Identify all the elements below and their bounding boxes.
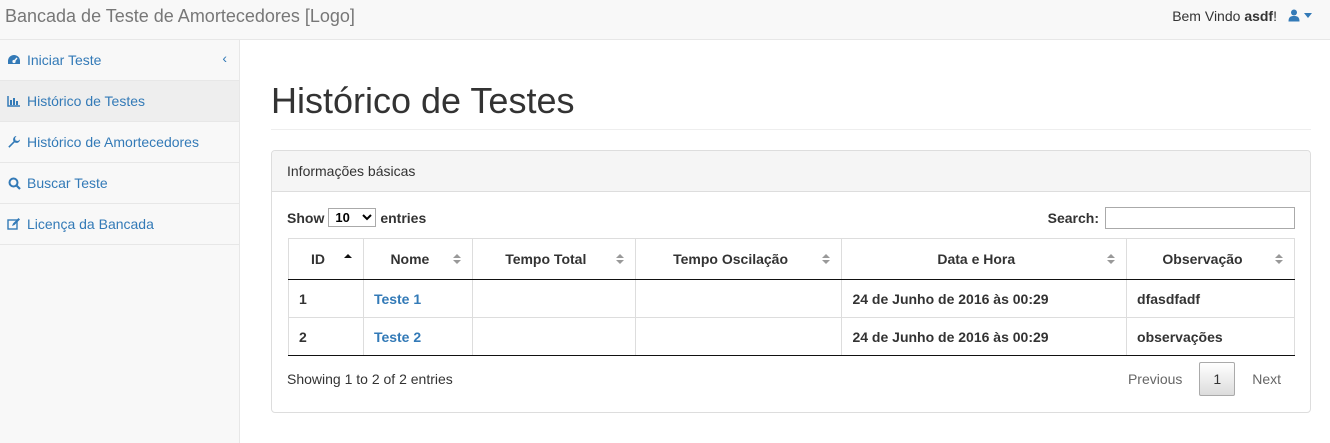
column-header-label: Data e Hora [937,251,1016,267]
sidebar: Iniciar Teste ‹ Histórico de Testes Hist… [0,40,240,443]
pagination: Previous 1 Next [1114,362,1295,396]
test-link[interactable]: Teste 2 [374,329,421,345]
top-navbar: Bancada de Teste de Amortecedores [Logo]… [0,0,1330,40]
search-label: Search: [1047,210,1099,226]
entries-label: entries [380,209,427,226]
sort-both-icon [822,254,831,264]
welcome-message: Bem Vindo asdf! [1172,8,1277,24]
cell-tempo-total [471,279,636,318]
cell-nome: Teste 1 [362,279,473,318]
column-header-label: Nome [390,251,430,267]
column-header-tempo-oscilacao[interactable]: Tempo Oscilação [634,238,843,280]
sidebar-item-label: Buscar Teste [27,175,108,191]
cell-id: 1 [288,279,364,318]
tests-table: ID Nome Tempo Total Tempo Oscilação Data… [288,238,1295,356]
page-title: Histórico de Testes [271,80,575,121]
cell-data-hora: 24 de Junho de 2016 às 00:29 [841,317,1128,356]
table-info: Showing 1 to 2 of 2 entries [287,371,453,387]
sidebar-item-label: Histórico de Testes [27,93,146,109]
sort-asc-icon [343,254,352,258]
bar-chart-icon [7,94,21,108]
previous-page-button[interactable]: Previous [1114,363,1196,395]
sort-both-icon [615,254,624,264]
page-length-control: Show 10 entries [287,208,426,227]
test-link[interactable]: Teste 1 [374,291,421,307]
cell-data-hora: 24 de Junho de 2016 às 00:29 [841,279,1128,318]
sort-both-icon [1107,254,1116,264]
username: asdf [1244,8,1274,24]
column-header-tempo-total[interactable]: Tempo Total [471,238,636,280]
sidebar-item-label: Iniciar Teste [27,52,102,68]
entries-per-page-select[interactable]: 10 [328,208,377,227]
sidebar-item-label: Histórico de Amortecedores [27,134,199,150]
column-header-id[interactable]: ID [288,238,364,280]
column-header-observacao[interactable]: Observação [1126,238,1295,280]
sidebar-item-label: Licença da Bancada [27,216,154,232]
dashboard-icon [7,53,21,67]
page-1-button[interactable]: 1 [1199,362,1236,396]
sidebar-item-historico-testes[interactable]: Histórico de Testes [0,81,239,122]
cell-tempo-oscilacao [634,317,843,356]
edit-icon [7,217,21,231]
cell-observacao: dfasdfadf [1126,279,1295,318]
column-header-label: Tempo Oscilação [673,251,789,267]
column-header-nome[interactable]: Nome [362,238,473,280]
panel-heading: Informações básicas [272,151,1310,192]
table-header-row: ID Nome Tempo Total Tempo Oscilação Data… [288,238,1295,280]
sort-both-icon [1275,254,1283,264]
sort-both-icon [452,254,461,264]
table-search: Search: [1048,207,1295,229]
wrench-icon [7,135,21,149]
user-menu-toggle[interactable] [1288,9,1312,22]
cell-tempo-total [471,317,636,356]
title-divider [271,129,1311,130]
collapse-chevron-icon[interactable]: ‹ [222,50,227,66]
welcome-prefix: Bem Vindo [1172,8,1245,24]
user-icon [1288,9,1300,22]
column-header-label: ID [310,251,325,267]
cell-tempo-oscilacao [634,279,843,318]
chevron-down-icon [1304,13,1312,18]
search-icon [7,176,21,190]
table-row: 1 Teste 1 24 de Junho de 2016 às 00:29 d… [288,279,1295,318]
next-page-button[interactable]: Next [1238,363,1295,395]
sidebar-item-licenca-bancada[interactable]: Licença da Bancada [0,204,239,245]
column-header-label: Observação [1162,251,1243,267]
sidebar-item-historico-amortecedores[interactable]: Histórico de Amortecedores [0,122,239,163]
cell-observacao: observações [1126,317,1295,356]
sidebar-item-iniciar-teste[interactable]: Iniciar Teste ‹ [0,40,239,81]
cell-nome: Teste 2 [362,317,473,356]
cell-id: 2 [288,317,364,356]
welcome-suffix: ! [1273,8,1277,24]
column-header-data-hora[interactable]: Data e Hora [841,238,1128,280]
info-panel: Informações básicas Show 10 entries Sear… [271,150,1311,413]
brand-title[interactable]: Bancada de Teste de Amortecedores [Logo] [5,6,355,27]
sidebar-item-buscar-teste[interactable]: Buscar Teste [0,163,239,204]
column-header-label: Tempo Total [505,251,587,267]
table-row: 2 Teste 2 24 de Junho de 2016 às 00:29 o… [288,317,1295,356]
show-label: Show [287,209,325,226]
search-input[interactable] [1105,207,1295,229]
